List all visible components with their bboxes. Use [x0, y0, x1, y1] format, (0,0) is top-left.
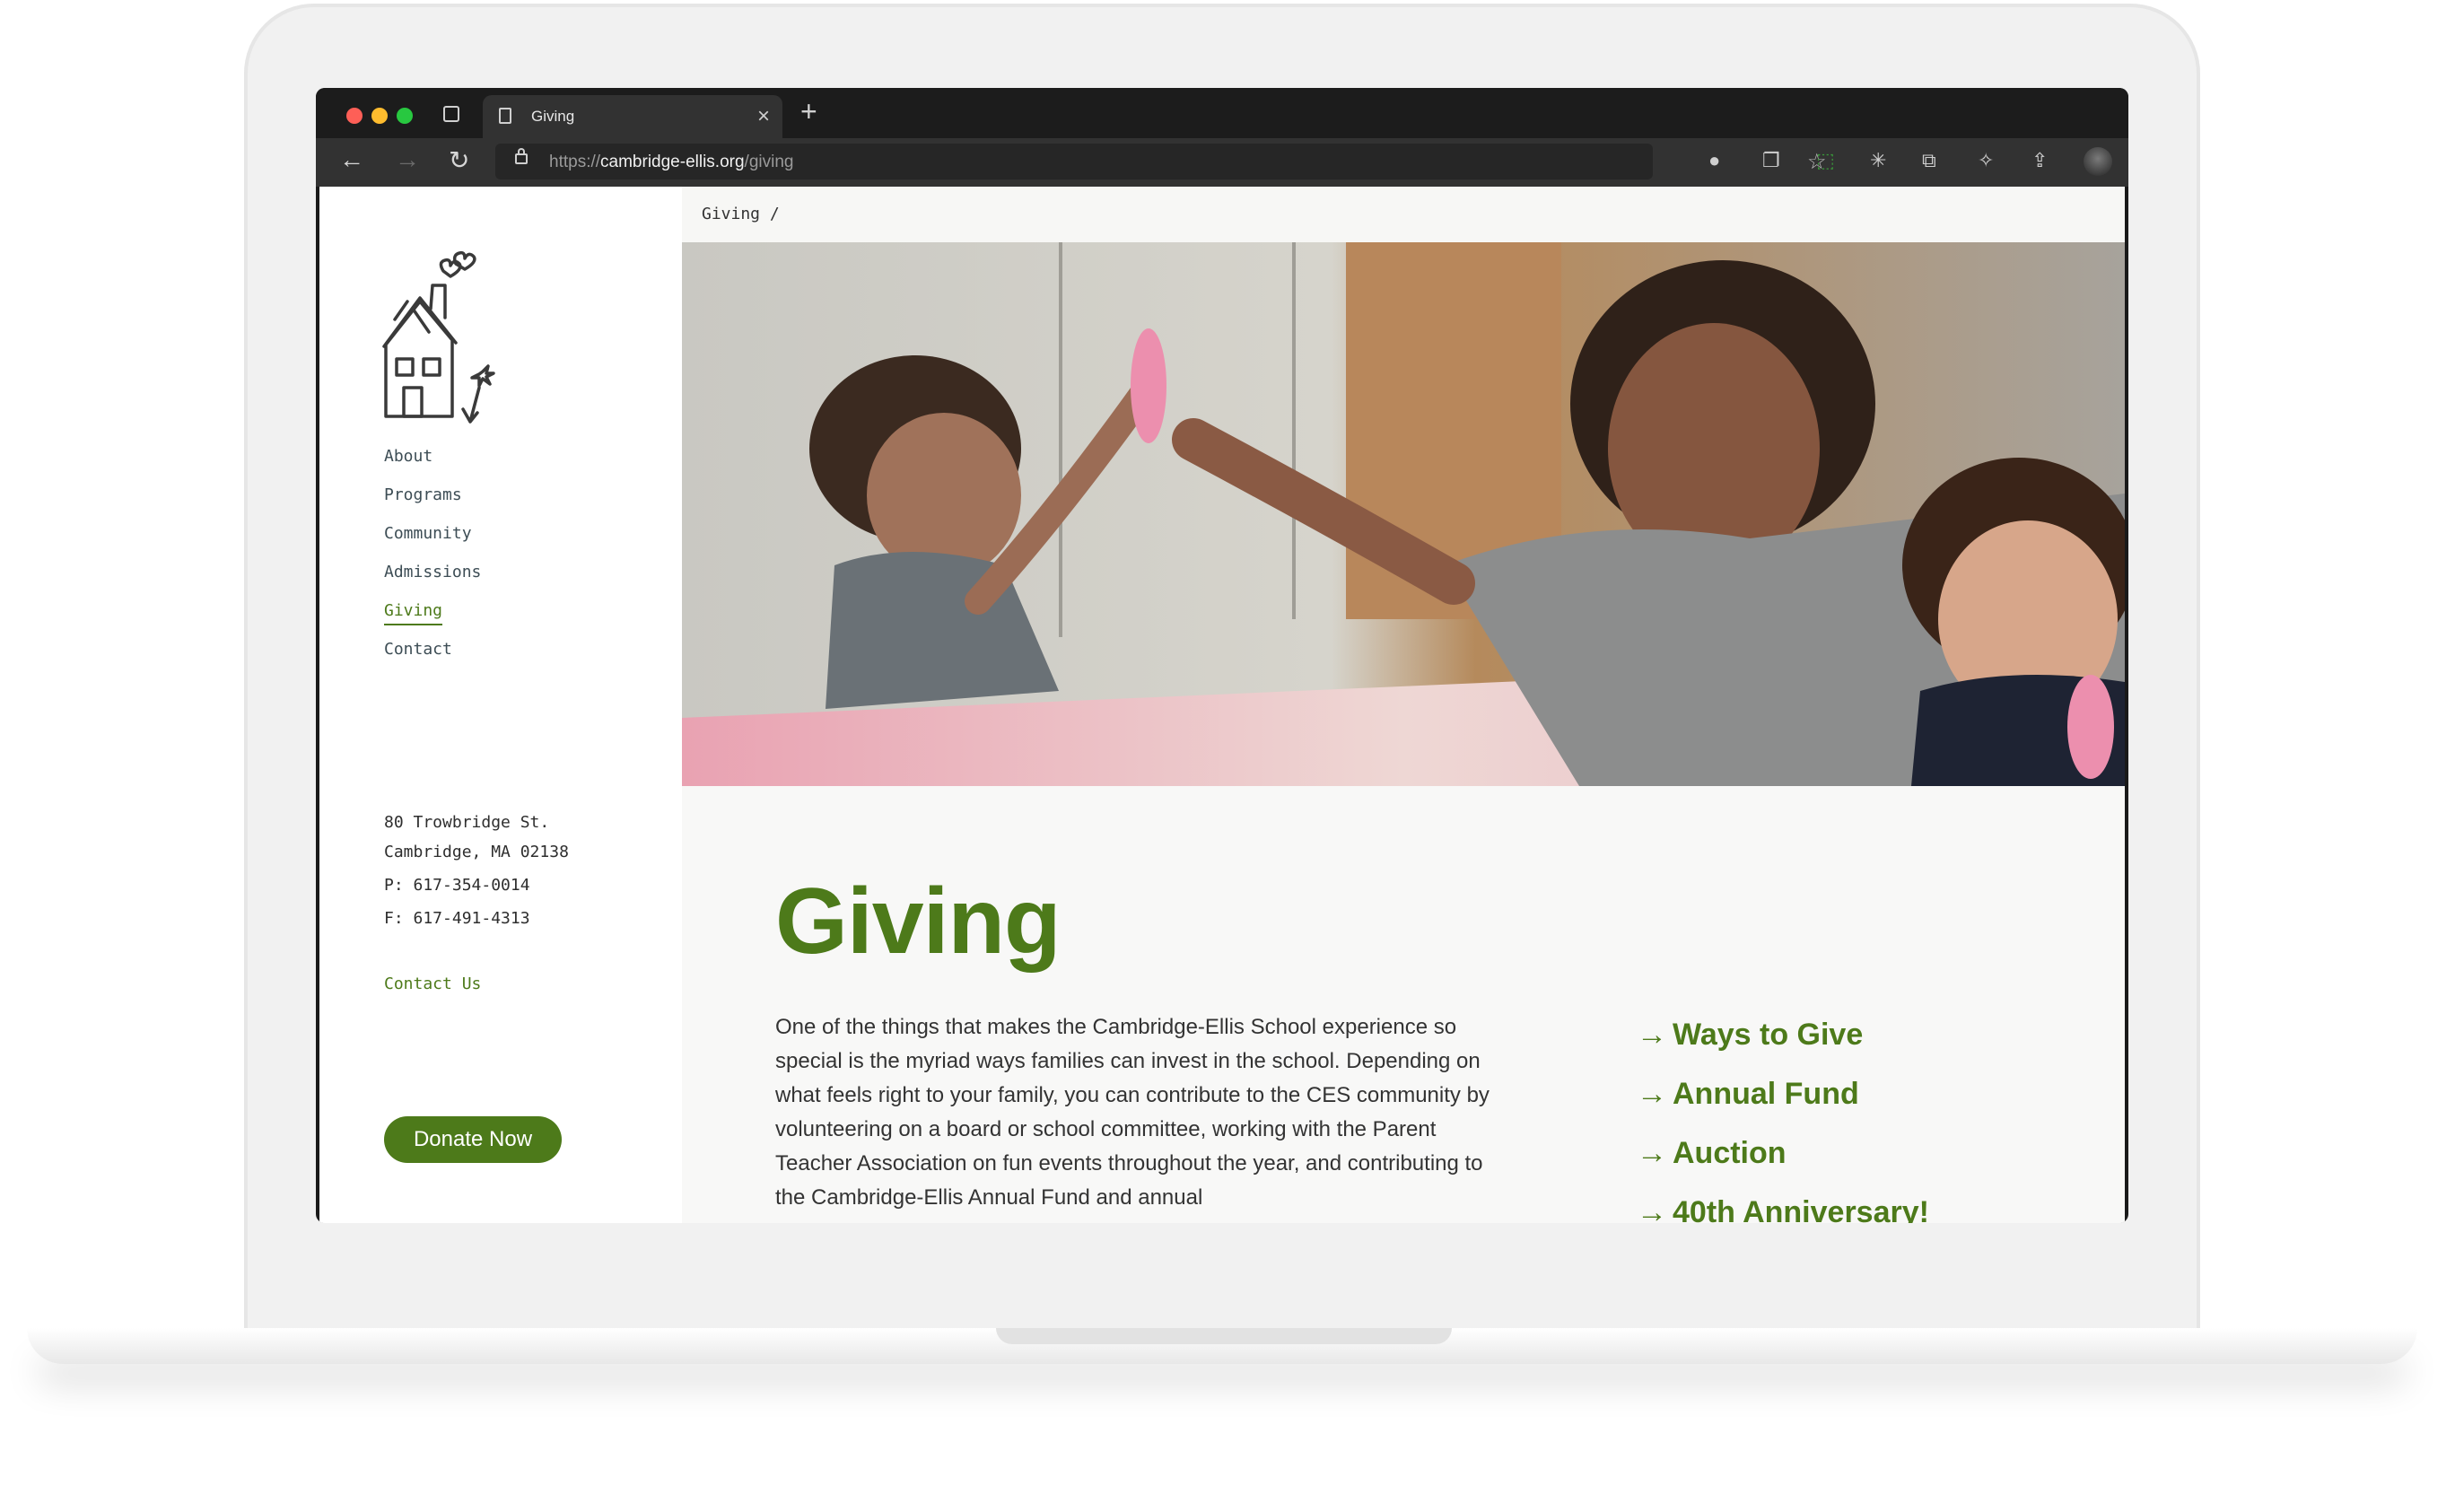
arrow-right-icon: →	[1637, 1018, 1667, 1052]
giving-links: → Ways to Give → Annual Fund → Auction → 40t…	[1637, 1018, 1929, 1223]
website: About Programs Community Admissions Givi…	[319, 187, 2125, 1223]
page-title: Giving	[775, 870, 1062, 974]
breadcrumb: Giving /	[682, 187, 2125, 242]
extensions-icon[interactable]: ✳	[1870, 149, 1886, 172]
url-field[interactable]: https://cambridge-ellis.org/giving ☆	[495, 144, 1827, 179]
address-line1: 80 Trowbridge St.	[384, 813, 550, 832]
split-screen-icon[interactable]: ⧉	[1922, 149, 1936, 172]
link-auction[interactable]: → Auction	[1637, 1136, 1929, 1195]
arrow-right-icon: →	[1637, 1136, 1667, 1170]
main-content: Giving / Giving One of the things that m…	[682, 187, 2125, 1223]
nav-giving-label: Giving	[384, 601, 443, 625]
maximize-window-button[interactable]	[397, 108, 413, 124]
school-logo-house-icon[interactable]	[377, 246, 502, 425]
share-icon[interactable]: ⇪	[2031, 149, 2048, 172]
forward-arrow-icon[interactable]: →	[395, 145, 420, 174]
link-annual-fund[interactable]: → Annual Fund	[1637, 1077, 1929, 1136]
address-bar: ← → ↻ https://cambridge-ellis.org/giving…	[316, 138, 2128, 187]
arrow-right-icon: →	[1637, 1195, 1667, 1223]
breadcrumb-text[interactable]: Giving /	[702, 205, 780, 223]
refresh-icon[interactable]: ↻	[449, 145, 469, 175]
contact-us-link[interactable]: Contact Us	[384, 974, 481, 993]
url-text: https://cambridge-ellis.org/giving	[549, 153, 794, 171]
favorites-icon[interactable]: ✧	[1978, 149, 1994, 172]
close-tab-icon[interactable]: ×	[757, 104, 770, 129]
tab-giving[interactable]: Giving ×	[483, 95, 782, 138]
tab-actions-icon[interactable]	[443, 106, 459, 122]
hero-image	[682, 242, 2125, 786]
collections-icon[interactable]: ❐	[1762, 149, 1780, 172]
nav-community[interactable]: Community	[384, 524, 481, 563]
arrow-right-icon: →	[1637, 1077, 1667, 1111]
nav-contact[interactable]: Contact	[384, 640, 481, 678]
nav-programs[interactable]: Programs	[384, 485, 481, 524]
tab-bar: Giving × +	[316, 88, 2128, 138]
lock-icon	[515, 148, 528, 164]
fax-number: F: 617-491-4313	[384, 909, 530, 928]
profile-avatar[interactable]	[2084, 147, 2112, 176]
link-ways-to-give[interactable]: → Ways to Give	[1637, 1018, 1929, 1077]
donate-now-button[interactable]: Donate Now	[384, 1116, 562, 1163]
back-arrow-icon[interactable]: ←	[339, 145, 364, 174]
nav-admissions[interactable]: Admissions	[384, 563, 481, 601]
laptop-notch	[996, 1328, 1452, 1344]
main-nav: About Programs Community Admissions Givi…	[384, 447, 481, 678]
sidebar: About Programs Community Admissions Givi…	[319, 187, 682, 1223]
new-tab-button[interactable]: +	[800, 95, 817, 128]
link-40th-anniversary[interactable]: → 40th Anniversary!	[1637, 1195, 1929, 1223]
nav-giving[interactable]: Giving	[384, 601, 481, 640]
extension-m-icon[interactable]: ●	[1708, 149, 1720, 172]
minimize-window-button[interactable]	[371, 108, 388, 124]
screenshot-icon[interactable]: ⬚	[1816, 149, 1835, 172]
close-window-button[interactable]	[346, 108, 363, 124]
address-line2: Cambridge, MA 02138	[384, 843, 569, 861]
tab-title: Giving	[531, 108, 575, 125]
phone-number: P: 617-354-0014	[384, 876, 530, 895]
nav-about[interactable]: About	[384, 447, 481, 485]
intro-paragraph: One of the things that makes the Cambrid…	[775, 1015, 1490, 1210]
school-address: 80 Trowbridge St. Cambridge, MA 02138 P:…	[384, 808, 569, 933]
browser-window: Giving × + ← → ↻ https://cambridge-ellis…	[316, 88, 2128, 1223]
page-icon	[499, 108, 511, 124]
hero-photo	[682, 242, 2125, 786]
